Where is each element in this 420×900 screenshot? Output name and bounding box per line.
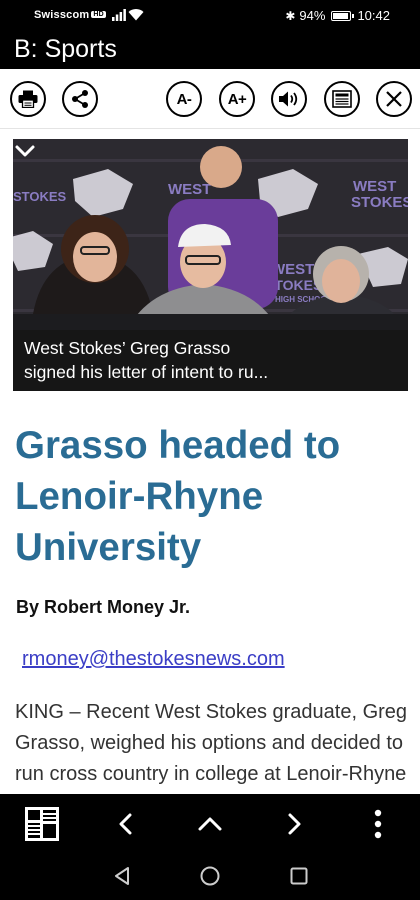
bluetooth-icon: ✱ — [285, 8, 296, 23]
print-icon — [18, 90, 38, 108]
battery-icon — [331, 10, 355, 21]
article-body: KING – Recent West Stokes graduate, Greg… — [15, 701, 408, 795]
print-button[interactable] — [10, 81, 46, 117]
battery-level: 94% — [299, 8, 326, 23]
share-icon — [72, 90, 88, 108]
article-view-button[interactable] — [324, 81, 360, 117]
app-title-bar: B: Sports — [0, 32, 420, 69]
close-icon — [386, 91, 402, 107]
hd-badge: HD — [91, 11, 106, 18]
wifi-icon — [128, 9, 144, 21]
previous-button[interactable] — [108, 806, 144, 842]
backdrop-text-west-right: WEST — [353, 178, 396, 195]
home-circle-icon[interactable] — [198, 864, 222, 888]
next-button[interactable] — [276, 806, 312, 842]
read-aloud-button[interactable] — [271, 81, 307, 117]
caption-line-1: West Stokes’ Greg Grasso — [24, 338, 231, 358]
bottom-navigation — [0, 794, 420, 852]
font-smaller-button[interactable]: A- — [166, 81, 202, 117]
status-bar: Swisscom HD ✱ 94% 10:42 — [0, 0, 420, 32]
article-headline: Grasso headed to Lenoir-Rhyne University — [15, 424, 341, 569]
caption-line-2: signed his letter of intent to ru... — [24, 362, 269, 382]
page-overview-button[interactable] — [24, 806, 60, 842]
close-button[interactable] — [376, 81, 412, 117]
chevron-right-icon — [288, 813, 301, 835]
clock: 10:42 — [357, 8, 390, 23]
article-view-icon — [332, 90, 352, 108]
carrier-label: Swisscom HD — [34, 9, 106, 21]
back-triangle-icon[interactable] — [110, 864, 134, 888]
chevron-down-icon[interactable] — [13, 139, 37, 163]
font-larger-label: A+ — [227, 90, 247, 108]
author-email-link[interactable]: rmoney@thestokesnews.com — [22, 648, 285, 671]
scroll-top-button[interactable] — [192, 806, 228, 842]
system-navigation-bar — [0, 852, 420, 900]
page-layout-icon — [25, 807, 59, 841]
hero-image[interactable]: WEST WEST STOKES STOKES WEST STOKES HIGH… — [13, 139, 408, 391]
backdrop-text-west: WEST — [168, 181, 211, 198]
chevron-left-icon — [119, 813, 132, 835]
byline: By Robert Money Jr. — [16, 597, 191, 617]
chevron-up-icon — [198, 817, 222, 831]
backdrop-text-stokes-left: STOKES — [13, 189, 67, 204]
backdrop-text-stokes-right: STOKES — [351, 194, 408, 211]
speaker-icon — [279, 91, 298, 107]
more-options-button[interactable] — [360, 806, 396, 842]
font-larger-button[interactable]: A+ — [219, 81, 255, 117]
font-smaller-label: A- — [176, 90, 192, 108]
more-vertical-icon — [374, 809, 382, 839]
section-title: B: Sports — [14, 35, 117, 63]
image-caption: West Stokes’ Greg Grasso signed his lett… — [13, 330, 408, 391]
carrier-name: Swisscom — [34, 9, 90, 21]
share-button[interactable] — [62, 81, 98, 117]
signal-icon — [112, 9, 126, 21]
battery-fill — [333, 12, 348, 19]
article-toolbar: A- A+ — [0, 69, 420, 129]
recents-square-icon[interactable] — [287, 864, 311, 888]
status-right: ✱ 94% 10:42 — [285, 8, 390, 23]
